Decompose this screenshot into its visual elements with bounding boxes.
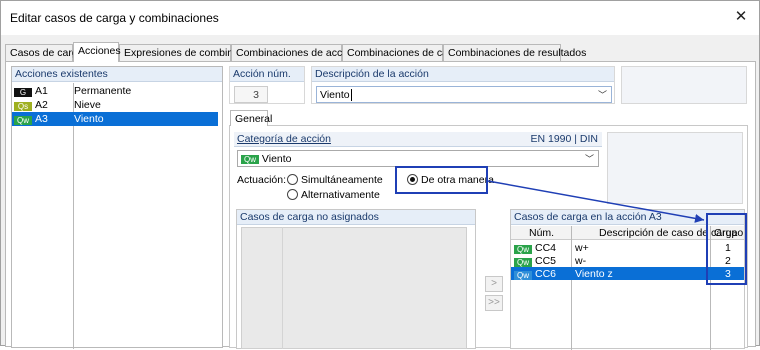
dialog-window: Editar casos de carga y combinaciones ✕ … [0, 0, 760, 350]
tab-acciones[interactable]: Acciones [73, 42, 121, 62]
tab-general[interactable]: General [230, 110, 272, 126]
